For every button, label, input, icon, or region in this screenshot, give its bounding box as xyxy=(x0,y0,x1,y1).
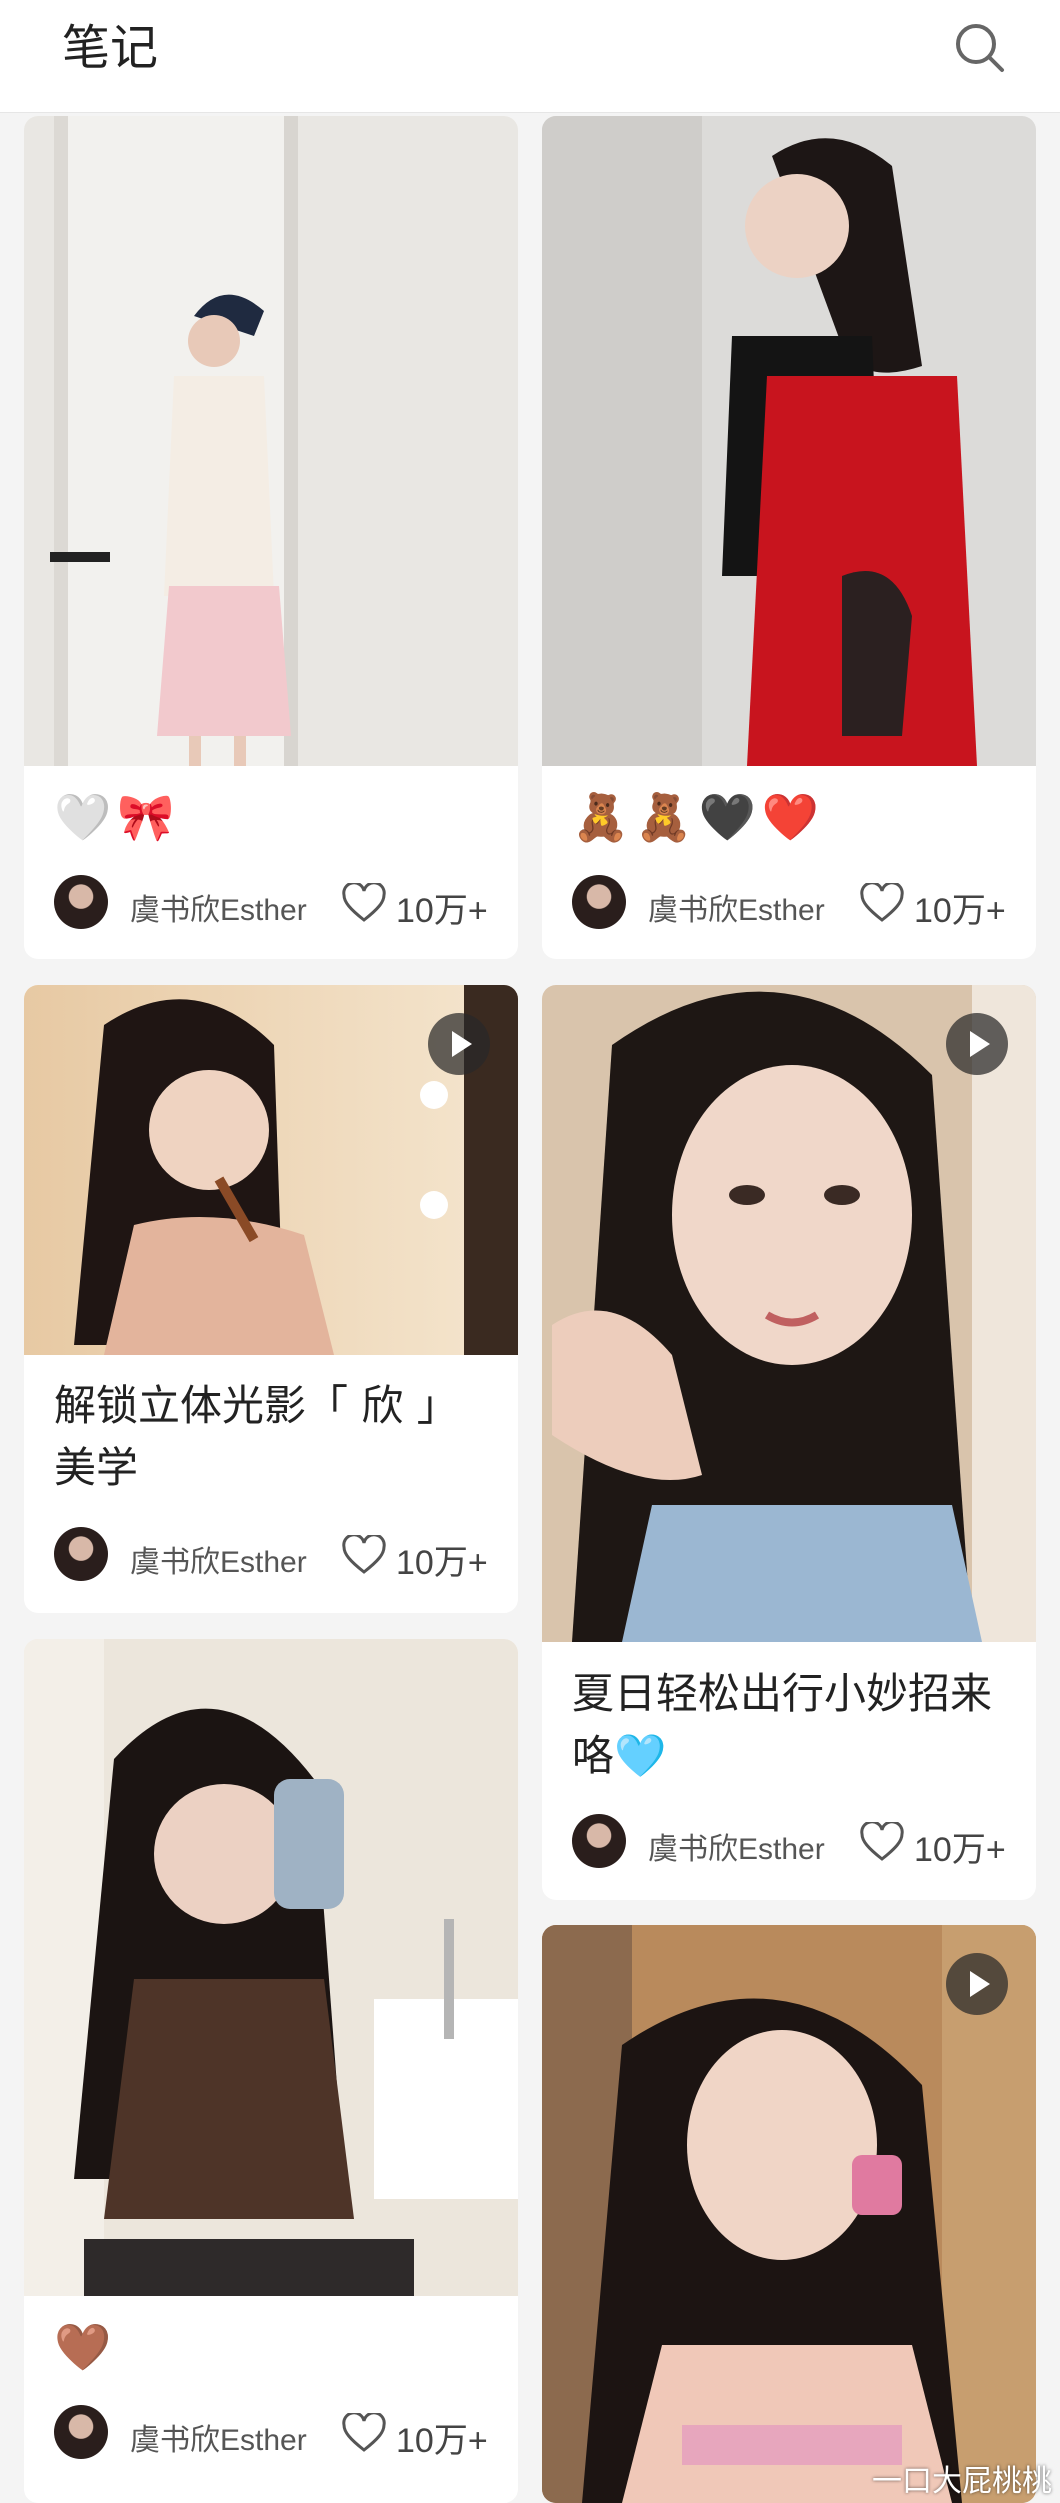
author-name[interactable]: 虞书欣Esther xyxy=(130,1537,307,1581)
like-count: 10万+ xyxy=(396,2422,488,2460)
avatar[interactable] xyxy=(54,1527,108,1581)
like-button[interactable]: 10万+ xyxy=(342,1531,488,1582)
note-card[interactable]: 解锁立体光影「 欣 」美学 虞书欣Esther 10万+ xyxy=(24,985,518,1613)
note-caption: 解锁立体光影「 欣 」美学 xyxy=(54,1381,459,1492)
note-caption: 夏日轻松出行小妙招来咯🩵 xyxy=(572,1669,993,1780)
author-name[interactable]: 虞书欣Esther xyxy=(648,885,825,929)
heart-icon xyxy=(342,2413,386,2452)
like-button[interactable]: 10万+ xyxy=(860,879,1006,930)
note-cover-image xyxy=(542,116,1036,766)
avatar[interactable] xyxy=(54,875,108,929)
like-button[interactable]: 10万+ xyxy=(860,1818,1006,1869)
like-button[interactable]: 10万+ xyxy=(342,879,488,930)
note-cover-image xyxy=(542,985,1036,1642)
note-caption: 🧸🧸🖤❤️ xyxy=(572,790,826,844)
note-card[interactable]: 🤎 虞书欣Esther 10万+ xyxy=(24,1639,518,2503)
like-count: 10万+ xyxy=(914,1831,1006,1869)
note-caption: 🤍🎀 xyxy=(54,790,181,844)
note-cover-image xyxy=(542,1925,1036,2503)
like-count: 10万+ xyxy=(396,1544,488,1582)
heart-icon xyxy=(860,1822,904,1861)
like-button[interactable]: 10万+ xyxy=(342,2409,488,2460)
note-cover-image xyxy=(24,985,518,1355)
play-icon xyxy=(946,1953,1008,2015)
play-icon xyxy=(428,1013,490,1075)
note-card[interactable]: 🤍🎀 虞书欣Esther 10万+ xyxy=(24,116,518,959)
note-meta: 虞书欣Esther 10万+ xyxy=(572,873,1006,933)
author-name[interactable]: 虞书欣Esther xyxy=(648,1824,825,1868)
note-meta: 虞书欣Esther 10万+ xyxy=(54,1525,488,1585)
note-meta: 虞书欣Esther 10万+ xyxy=(54,2403,488,2463)
page-title: 笔记 xyxy=(62,20,159,76)
note-meta: 虞书欣Esther 10万+ xyxy=(572,1812,1006,1872)
note-meta: 虞书欣Esther 10万+ xyxy=(54,873,488,933)
avatar[interactable] xyxy=(54,2405,108,2459)
note-cover-image xyxy=(24,1639,518,2296)
play-icon xyxy=(946,1013,1008,1075)
note-caption: 🤎 xyxy=(54,2320,118,2374)
avatar[interactable] xyxy=(572,875,626,929)
note-card[interactable]: 夏日轻松出行小妙招来咯🩵 虞书欣Esther 10万+ xyxy=(542,985,1036,1900)
like-count: 10万+ xyxy=(396,892,488,930)
heart-icon xyxy=(342,883,386,922)
search-icon[interactable] xyxy=(952,20,1008,76)
note-card[interactable]: 🧸🧸🖤❤️ 虞书欣Esther 10万+ xyxy=(542,116,1036,959)
like-count: 10万+ xyxy=(914,892,1006,930)
heart-icon xyxy=(342,1535,386,1574)
top-bar: 笔记 xyxy=(0,0,1060,113)
avatar[interactable] xyxy=(572,1814,626,1868)
heart-icon xyxy=(860,883,904,922)
watermark: 一口大屁桃桃 xyxy=(872,2464,1052,2499)
note-cover-image xyxy=(24,116,518,766)
author-name[interactable]: 虞书欣Esther xyxy=(130,885,307,929)
note-card[interactable] xyxy=(542,1925,1036,2503)
author-name[interactable]: 虞书欣Esther xyxy=(130,2415,307,2459)
